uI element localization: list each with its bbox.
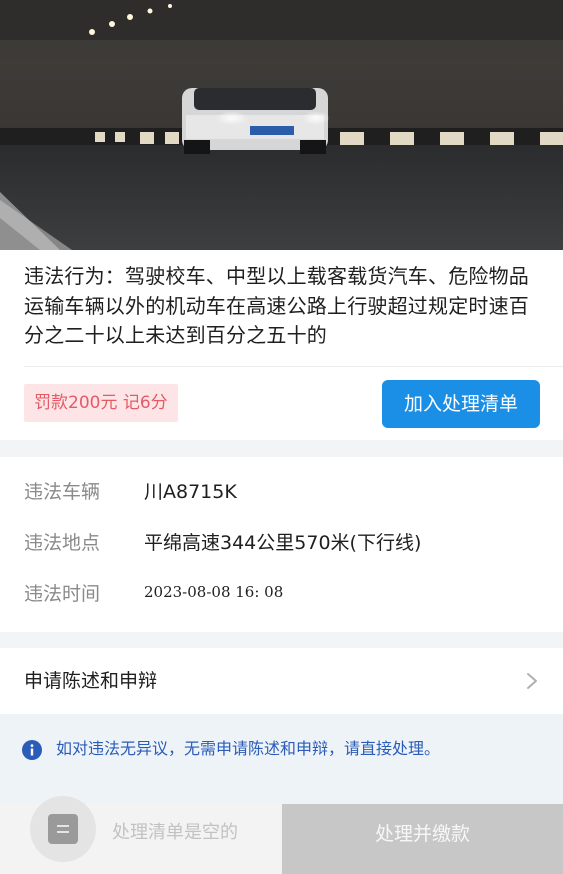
- vehicle-row: 违法车辆 川A8715K: [24, 477, 237, 503]
- time-value: 2023-08-08 16: 08: [144, 583, 284, 601]
- list-button[interactable]: [30, 796, 96, 862]
- violation-card: 违法行为：驾驶校车、中型以上载客载货汽车、危险物品运输车辆以外的机动车在高速公路…: [0, 250, 563, 440]
- violation-description: 违法行为：驾驶校车、中型以上载客载货汽车、危险物品运输车辆以外的机动车在高速公路…: [24, 264, 529, 347]
- list-empty-text: 处理清单是空的: [112, 822, 238, 843]
- tunnel-car-image: [0, 0, 563, 250]
- time-label: 违法时间: [24, 582, 101, 605]
- list-icon: [48, 814, 78, 844]
- info-icon: [22, 740, 42, 760]
- penalty-badge: 罚款200元 记6分: [24, 384, 178, 422]
- appeal-row[interactable]: 申请陈述和申辩: [0, 648, 563, 714]
- appeal-label: 申请陈述和申辩: [24, 670, 158, 692]
- details-card: 违法车辆 川A8715K 违法地点 平绵高速344公里570米(下行线) 违法时…: [0, 457, 563, 632]
- process-and-pay-button[interactable]: 处理并缴款: [282, 804, 563, 874]
- add-to-list-button[interactable]: 加入处理清单: [382, 380, 540, 428]
- notice-text: 如对违法无异议，无需申请陈述和申辩，请直接处理。: [56, 739, 441, 758]
- evidence-photo[interactable]: [0, 0, 563, 250]
- time-row: 违法时间 2023-08-08 16: 08: [24, 579, 283, 605]
- divider: [24, 366, 563, 367]
- vehicle-label: 违法车辆: [24, 480, 101, 503]
- vehicle-value: 川A8715K: [144, 480, 237, 503]
- location-value: 平绵高速344公里570米(下行线): [144, 531, 422, 554]
- chevron-right-icon: [527, 673, 537, 689]
- location-label: 违法地点: [24, 531, 101, 554]
- location-row: 违法地点 平绵高速344公里570米(下行线): [24, 528, 421, 554]
